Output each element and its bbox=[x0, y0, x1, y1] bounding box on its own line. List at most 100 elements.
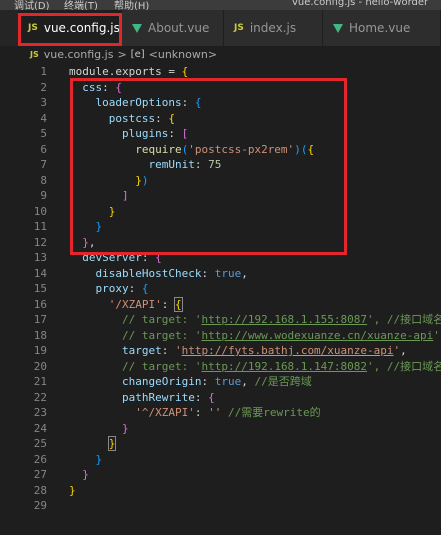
code-line[interactable]: 19 target: 'http://fyts.bathj.com/xuanze… bbox=[0, 343, 441, 359]
breadcrumb: JS vue.config.js > [e] <unknown> bbox=[0, 46, 441, 63]
code-token: { bbox=[141, 282, 149, 295]
tab-highlight-box bbox=[18, 13, 122, 46]
code-token: ' bbox=[174, 344, 182, 357]
menu-terminal[interactable]: 终端(T) bbox=[64, 0, 98, 10]
line-number: 17 bbox=[33, 313, 47, 326]
line-number: 22 bbox=[33, 390, 47, 404]
line-number: 18 bbox=[33, 328, 47, 342]
menu-help[interactable]: 帮助(H) bbox=[114, 0, 149, 10]
line-code: disableHostCheck: true, bbox=[69, 266, 248, 282]
breadcrumb-separator: > bbox=[117, 48, 127, 61]
line-code: } bbox=[69, 421, 129, 437]
code-line[interactable]: 26 } bbox=[0, 452, 441, 468]
line-number: 15 bbox=[33, 282, 47, 295]
line-code: '/XZAPI': { bbox=[69, 296, 183, 313]
line-number: 27 bbox=[33, 468, 47, 481]
line-code: // target: 'http://www.wodexuanze.cn/xua… bbox=[69, 328, 441, 344]
symbol-variable-icon: [e] bbox=[130, 49, 145, 60]
code-token: http://192.168.1.155:8087 bbox=[201, 313, 368, 326]
code-token: // target: ' bbox=[121, 359, 202, 373]
line-code: changeOrigin: true, //是否跨域 bbox=[69, 374, 312, 390]
code-token: : bbox=[128, 282, 142, 295]
code-token: } bbox=[95, 452, 103, 466]
code-token: : bbox=[194, 406, 209, 419]
line-number: 13 bbox=[33, 251, 47, 264]
line-number: 2 bbox=[40, 80, 47, 94]
code-token: module.exports = bbox=[69, 65, 182, 78]
code-line[interactable]: 24 } bbox=[0, 421, 441, 437]
code-token: , bbox=[400, 344, 407, 357]
line-number: 29 bbox=[33, 499, 47, 512]
code-token: http://www.wodexuanze.cn/xuanze-api bbox=[201, 328, 434, 342]
tab-label: Home.vue bbox=[349, 21, 411, 35]
line-number: 23 bbox=[33, 406, 47, 419]
line-number: 4 bbox=[40, 111, 47, 125]
code-token: http://fyts.bathj.com/xuanze-api bbox=[181, 344, 394, 357]
line-code: } bbox=[69, 467, 89, 483]
code-token: : bbox=[161, 297, 175, 311]
code-line[interactable]: 21 changeOrigin: true, //是否跨域 bbox=[0, 374, 441, 390]
code-line[interactable]: 18 // target: 'http://www.wodexuanze.cn/… bbox=[0, 328, 441, 344]
line-code: pathRewrite: { bbox=[69, 390, 215, 406]
code-token: } bbox=[121, 421, 129, 435]
code-token: http://192.168.1.147:8082 bbox=[201, 359, 368, 373]
tab-home-vue[interactable]: Home.vue bbox=[323, 10, 441, 46]
code-token: disableHostCheck bbox=[95, 266, 202, 280]
code-token: { bbox=[174, 296, 183, 312]
code-line[interactable]: 16 '/XZAPI': { bbox=[0, 296, 441, 313]
line-number: 21 bbox=[33, 375, 47, 388]
line-number: 5 bbox=[40, 127, 47, 140]
tab-about-vue[interactable]: About.vue bbox=[122, 10, 224, 46]
code-line[interactable]: 23 '^/XZAPI': '' //需要rewrite的 bbox=[0, 405, 441, 421]
line-number: 28 bbox=[33, 483, 47, 497]
code-token: , bbox=[241, 375, 255, 388]
code-token: changeOrigin bbox=[121, 375, 202, 388]
code-highlight-box bbox=[70, 78, 347, 255]
code-line[interactable]: 14 disableHostCheck: true, bbox=[0, 266, 441, 282]
menu-debug[interactable]: 调试(D) bbox=[14, 0, 50, 10]
code-line[interactable]: 27 } bbox=[0, 467, 441, 483]
breadcrumb-file[interactable]: vue.config.js bbox=[44, 48, 114, 61]
code-token: ', bbox=[433, 328, 441, 342]
line-code: } bbox=[69, 436, 117, 452]
tab-index-js[interactable]: JS index.js bbox=[224, 10, 323, 46]
code-line[interactable]: 28} bbox=[0, 483, 441, 499]
vue-logo-icon bbox=[132, 23, 142, 33]
line-number: 25 bbox=[33, 437, 47, 450]
line-number: 3 bbox=[40, 96, 47, 109]
line-number: 24 bbox=[33, 421, 47, 435]
line-number: 1 bbox=[40, 65, 47, 78]
code-token: } bbox=[69, 483, 76, 497]
line-number: 12 bbox=[33, 235, 47, 249]
line-code: } bbox=[69, 483, 76, 499]
code-token: ', //接口域名 bbox=[367, 359, 441, 373]
line-number: 7 bbox=[40, 158, 47, 171]
line-code: // target: 'http://192.168.1.147:8082', … bbox=[69, 359, 441, 375]
code-line[interactable]: 15 proxy: { bbox=[0, 281, 441, 297]
line-number: 14 bbox=[33, 266, 47, 280]
code-token: , bbox=[241, 266, 248, 280]
line-number: 26 bbox=[33, 452, 47, 466]
menubar: 调试(D) 终端(T) 帮助(H) vue.config.js - hello-… bbox=[0, 0, 441, 10]
code-token: true bbox=[214, 266, 242, 280]
line-number: 9 bbox=[40, 189, 47, 202]
tab-label: index.js bbox=[249, 21, 297, 35]
line-number: 11 bbox=[33, 220, 47, 233]
code-token: } bbox=[82, 468, 89, 481]
breadcrumb-symbol[interactable]: <unknown> bbox=[149, 48, 217, 61]
line-code: proxy: { bbox=[69, 281, 149, 297]
line-code: target: 'http://fyts.bathj.com/xuanze-ap… bbox=[69, 343, 407, 359]
code-token: target bbox=[121, 344, 162, 357]
code-token: { bbox=[181, 65, 189, 78]
code-line[interactable]: 22 pathRewrite: { bbox=[0, 390, 441, 406]
code-line[interactable]: 25 } bbox=[0, 436, 441, 452]
code-token: //是否跨域 bbox=[254, 375, 312, 388]
code-line[interactable]: 29 bbox=[0, 498, 441, 514]
code-line[interactable]: 17 // target: 'http://192.168.1.155:8087… bbox=[0, 312, 441, 328]
line-number: 10 bbox=[33, 204, 47, 218]
code-line[interactable]: 20 // target: 'http://192.168.1.147:8082… bbox=[0, 359, 441, 375]
code-token: //需要rewrite的 bbox=[227, 406, 321, 419]
line-number: 16 bbox=[33, 297, 47, 311]
vue-logo-icon bbox=[333, 23, 343, 33]
